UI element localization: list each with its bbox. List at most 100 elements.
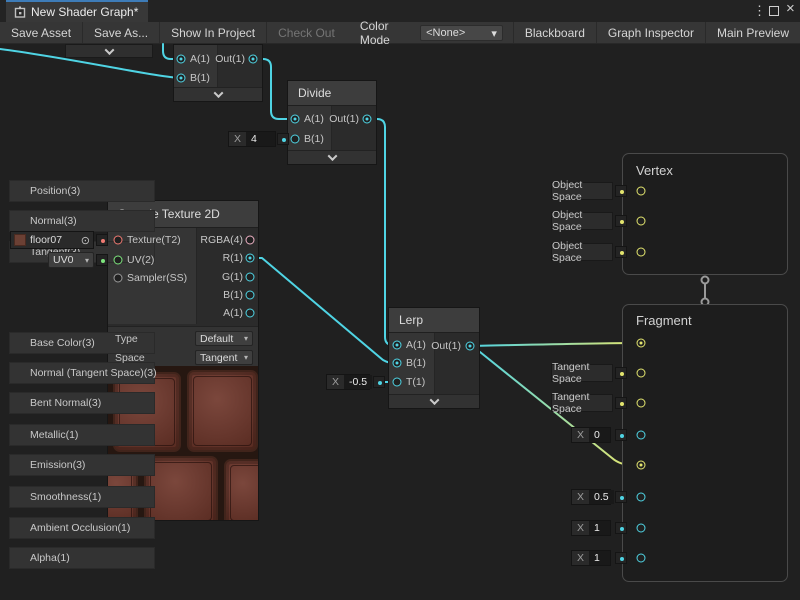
smoothness-value-field[interactable]: X 0.5 — [571, 489, 611, 505]
metallic-value-field[interactable]: X 0 — [571, 427, 611, 443]
output-port-r[interactable] — [246, 254, 255, 263]
fragment-row-bent-normal[interactable]: Bent Normal(3) — [9, 392, 155, 414]
port-label-uv: UV(2) — [127, 254, 154, 266]
port-label-b: B(1) — [190, 72, 210, 84]
fragment-row-alpha[interactable]: Alpha(1) — [9, 547, 155, 569]
output-port-rgba[interactable] — [246, 236, 255, 245]
shader-graph-asset-icon — [14, 6, 26, 18]
graph-inspector-button[interactable]: Graph Inspector — [597, 22, 706, 43]
show-in-project-button[interactable]: Show In Project — [160, 22, 267, 43]
node-lerp[interactable]: Lerp — [388, 307, 480, 409]
fragment-row-normal[interactable]: Normal (Tangent Space)(3) — [9, 362, 155, 384]
type-label: Type — [115, 333, 138, 345]
color-mode-value: <None> — [426, 27, 465, 39]
x-value[interactable]: 1 — [589, 551, 610, 565]
preview-tile — [224, 459, 259, 521]
alpha-value-field[interactable]: X 1 — [571, 550, 611, 566]
fragment-row-ambient-occlusion[interactable]: Ambient Occlusion(1) — [9, 517, 155, 539]
x-value[interactable]: 0.5 — [589, 490, 614, 504]
port-normal-tangent-space[interactable] — [637, 369, 646, 378]
port-label-t: T(1) — [406, 376, 425, 388]
port-label-out: Out(1) — [416, 340, 461, 352]
port-label-texture: Texture(T2) — [127, 234, 181, 246]
port-smoothness[interactable] — [637, 493, 646, 502]
type-dropdown[interactable]: Default ▾ — [195, 331, 253, 346]
input-port-b[interactable] — [177, 74, 186, 83]
value-connector-dot — [96, 234, 108, 246]
node-title[interactable]: Lerp — [389, 308, 479, 333]
maximize-icon[interactable] — [769, 6, 779, 16]
blackboard-button[interactable]: Blackboard — [513, 22, 597, 43]
uv-channel-dropdown[interactable]: UV0 ▾ — [48, 252, 94, 268]
x-label: X — [327, 376, 344, 388]
divide-b-value-field[interactable]: X 4 — [228, 131, 276, 147]
row-label: Alpha(1) — [30, 552, 70, 564]
main-preview-button[interactable]: Main Preview — [706, 22, 800, 43]
ambient-occlusion-value-field[interactable]: X 1 — [571, 520, 611, 536]
object-picker-icon[interactable]: ⊙ — [81, 234, 90, 247]
output-port-g[interactable] — [246, 273, 255, 282]
x-value[interactable]: -0.5 — [344, 375, 372, 389]
input-port-b[interactable] — [393, 359, 402, 368]
input-port-texture[interactable] — [114, 236, 123, 245]
port-label-sampler: Sampler(SS) — [127, 272, 187, 284]
preview-expander[interactable] — [288, 150, 376, 164]
tab-new-shader-graph[interactable]: New Shader Graph* — [6, 0, 148, 22]
chevron-down-icon: ▾ — [491, 27, 497, 40]
port-emission[interactable] — [637, 461, 646, 470]
row-label: Base Color(3) — [30, 337, 95, 349]
input-port-a[interactable] — [393, 341, 402, 350]
chevron-down-icon — [104, 45, 114, 55]
fragment-row-smoothness[interactable]: Smoothness(1) — [9, 486, 155, 508]
menu-dots-icon[interactable]: ⋮ — [753, 3, 766, 19]
input-port-t[interactable] — [393, 378, 402, 387]
save-as-button[interactable]: Save As... — [83, 22, 160, 43]
preview-expander[interactable] — [174, 87, 262, 101]
port-alpha[interactable] — [637, 554, 646, 563]
port-bent-normal[interactable] — [637, 399, 646, 408]
fragment-row-metallic[interactable]: Metallic(1) — [9, 424, 155, 446]
port-ambient-occlusion[interactable] — [637, 524, 646, 533]
vertex-row-position[interactable]: Position(3) — [9, 180, 155, 202]
port-position[interactable] — [637, 187, 646, 196]
texture-object-field[interactable]: floor07 ⊙ — [10, 231, 94, 249]
collapsed-node-strip[interactable] — [65, 44, 153, 58]
port-normal[interactable] — [637, 217, 646, 226]
input-port-uv[interactable] — [114, 256, 123, 265]
vertex-row-normal[interactable]: Normal(3) — [9, 210, 155, 232]
value-connector-dot — [615, 491, 627, 503]
port-label-a: A(1) — [181, 307, 243, 319]
x-label: X — [572, 429, 589, 441]
close-icon[interactable]: × — [786, 1, 795, 17]
vertex-block[interactable]: Vertex — [622, 153, 788, 275]
input-port-sampler[interactable] — [114, 274, 123, 283]
output-port-out[interactable] — [363, 115, 372, 124]
output-port-a[interactable] — [246, 309, 255, 318]
x-value[interactable]: 4 — [246, 132, 275, 146]
toolbar: Save Asset Save As... Show In Project Ch… — [0, 22, 800, 44]
port-metallic[interactable] — [637, 431, 646, 440]
shader-graph-window: New Shader Graph* ⋮ × Save Asset Save As… — [0, 0, 800, 600]
x-value[interactable]: 0 — [589, 428, 610, 442]
output-port-b[interactable] — [246, 291, 255, 300]
node-title[interactable]: Divide — [288, 81, 376, 106]
fragment-title: Fragment — [636, 313, 692, 328]
output-port-out[interactable] — [466, 342, 475, 351]
space-dropdown[interactable]: Tangent ▾ — [195, 350, 253, 365]
input-port-a[interactable] — [177, 55, 186, 64]
input-port-a[interactable] — [291, 115, 300, 124]
lerp-t-value-field[interactable]: X -0.5 — [326, 374, 370, 390]
fragment-block[interactable]: Fragment — [622, 304, 788, 582]
texture-name: floor07 — [30, 234, 77, 246]
save-asset-button[interactable]: Save Asset — [0, 22, 83, 43]
space-label: Space — [115, 352, 145, 364]
color-mode-dropdown[interactable]: <None> ▾ — [420, 25, 503, 41]
preview-expander[interactable] — [389, 394, 479, 408]
x-value[interactable]: 1 — [589, 521, 610, 535]
input-port-b[interactable] — [291, 135, 300, 144]
port-base-color[interactable] — [637, 339, 646, 348]
output-port-out[interactable] — [249, 55, 258, 64]
port-tangent[interactable] — [637, 248, 646, 257]
fragment-row-emission[interactable]: Emission(3) — [9, 454, 155, 476]
type-value: Default — [200, 333, 233, 345]
